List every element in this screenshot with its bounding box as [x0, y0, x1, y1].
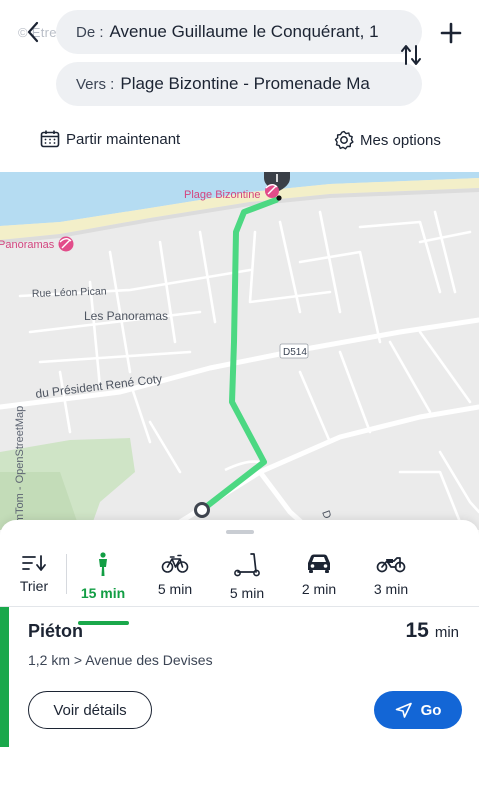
route-mode-title: Piéton [28, 621, 84, 641]
beach-poi-icon [265, 184, 279, 198]
go-button[interactable]: Go [374, 691, 462, 729]
add-stop-button[interactable] [436, 18, 466, 48]
destination-prefix: Vers : [76, 75, 115, 93]
origin-prefix: De : [76, 23, 104, 41]
district-label: Les Panoramas [84, 309, 168, 323]
search-header: © Etre De : Avenue Guillaume le Conquéra… [0, 0, 479, 172]
motorcycle-icon [376, 557, 406, 573]
origin-field[interactable]: De : Avenue Guillaume le Conquérant, 1 [56, 10, 422, 54]
my-options-label: Mes options [360, 131, 441, 149]
card-accent-bar [0, 607, 9, 747]
swap-button[interactable] [396, 38, 426, 72]
view-details-label: Voir détails [53, 701, 127, 719]
scooter-icon [234, 553, 260, 577]
mode-motorcycle[interactable]: 3 min [361, 552, 421, 597]
route-duration-unit: min [434, 624, 459, 641]
mode-car[interactable]: 2 min [289, 552, 349, 597]
destination-value: Plage Bizontine - Promenade Ma [120, 74, 370, 93]
walking-icon [99, 552, 107, 576]
sort-button[interactable]: Trier [14, 554, 54, 594]
chevron-left-icon [27, 21, 39, 43]
road-number-label: D514 [283, 347, 307, 358]
depart-now-label: Partir maintenant [66, 130, 181, 148]
route-map[interactable]: Plage Bizontine Panoramas Rue Léon Pican… [0, 172, 479, 530]
bicycle-icon [161, 554, 189, 573]
mode-car-time: 2 min [301, 581, 337, 597]
map-canvas: Plage Bizontine Panoramas Rue Léon Pican… [0, 172, 479, 530]
plus-icon [440, 22, 462, 44]
depart-now-button[interactable]: Partir maintenant [40, 130, 180, 148]
panoramas-poi-label: Panoramas [0, 239, 55, 251]
sort-icon [22, 555, 46, 571]
back-button[interactable] [20, 18, 46, 46]
mode-scooter[interactable]: 5 min [217, 552, 277, 601]
mode-walking-time: 15 min [80, 585, 126, 601]
panoramas-poi-icon [58, 236, 74, 252]
beach-label: Plage Bizontine [184, 189, 260, 201]
mode-scooter-time: 5 min [229, 585, 265, 601]
destination-dot [276, 195, 282, 201]
my-options-button[interactable]: Mes options [334, 130, 441, 150]
mode-motorcycle-time: 3 min [373, 581, 409, 597]
gear-icon [334, 130, 354, 150]
mode-walking[interactable]: 15 min [73, 552, 133, 601]
view-details-button[interactable]: Voir détails [28, 691, 152, 729]
route-duration-value: 15 [405, 619, 429, 642]
transport-mode-bar: Trier 15 min 5 min 5 min 2 min 3 min [0, 546, 479, 625]
mode-bicycle-time: 5 min [157, 581, 193, 597]
calendar-icon [40, 130, 60, 148]
mode-divider [66, 554, 67, 594]
drag-handle[interactable] [226, 530, 254, 534]
map-attribution: © Mappy - 2026 TomTom - OpenStreetMap [14, 405, 26, 530]
navigation-arrow-icon [395, 702, 412, 718]
swap-arrows-icon [401, 45, 421, 65]
start-point-marker [194, 502, 210, 518]
route-result-card[interactable]: Piéton 15 min 1,2 km > Avenue des Devise… [0, 607, 479, 747]
destination-field[interactable]: Vers : Plage Bizontine - Promenade Ma [56, 62, 422, 106]
car-icon [308, 554, 330, 573]
origin-value: Avenue Guillaume le Conquérant, 1 [109, 22, 379, 41]
mode-bicycle[interactable]: 5 min [145, 552, 205, 597]
sort-label: Trier [19, 578, 49, 594]
route-summary: 1,2 km > Avenue des Devises [28, 652, 213, 668]
go-label: Go [420, 701, 442, 719]
trip-options-row: Partir maintenant Mes options [0, 122, 479, 160]
route-bottom-sheet: Trier 15 min 5 min 5 min 2 min 3 min Pié… [0, 520, 479, 800]
route-duration: 15 min [405, 619, 459, 643]
